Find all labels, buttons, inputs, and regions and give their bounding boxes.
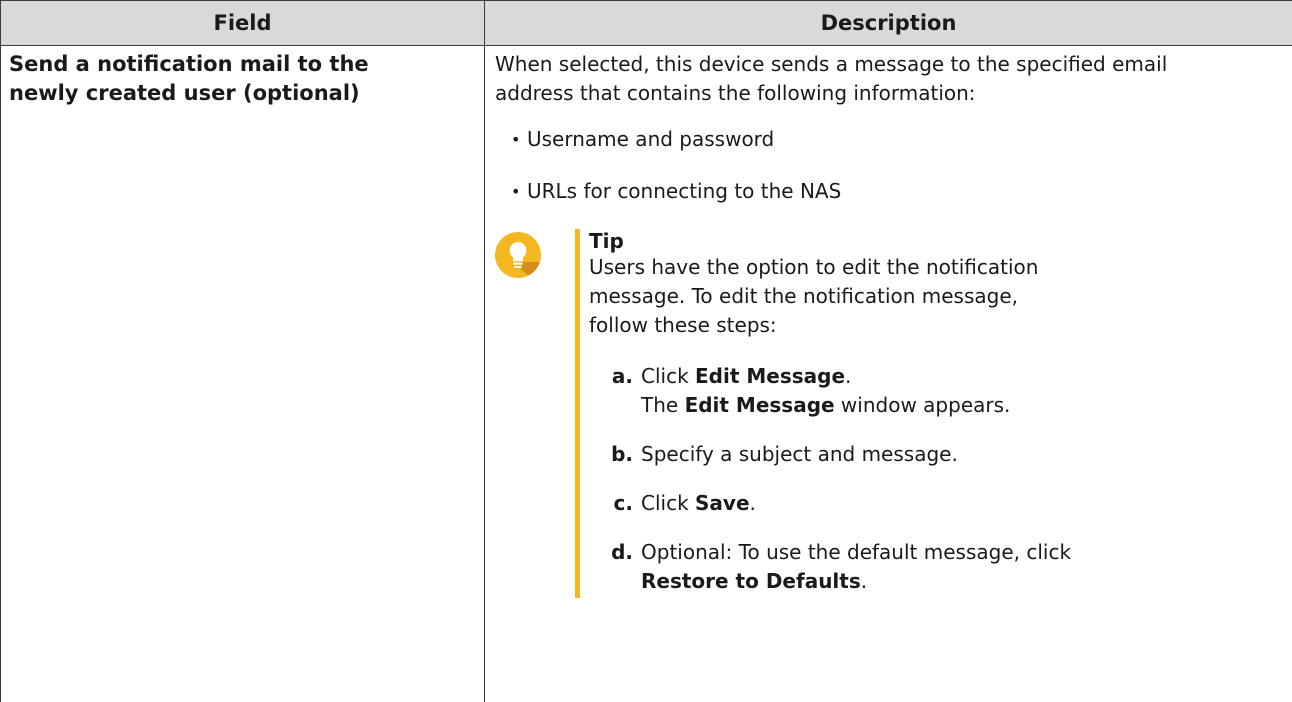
list-item: d. Optional: To use the default message,… [589,538,1284,596]
bullet-icon: • [511,182,521,201]
field-name: Send a notification mail to the newly cr… [1,46,484,108]
field-description-table: Field Description Send a notification ma… [0,0,1292,702]
header-field: Field [0,0,485,46]
ui-label-edit-message-window: Edit Message [684,393,835,417]
step-letter: a. [611,364,633,388]
bullet-icon: • [511,130,521,149]
lightbulb-icon [495,232,541,278]
step-letter: d. [611,540,633,564]
intro-line1: When selected, this device sends a messa… [495,52,1168,76]
list-item: • URLs for connecting to the NAS [511,177,1284,206]
info-bullet-list: • Username and password • URLs for connect… [495,125,1284,206]
list-item: • Username and password [511,125,1284,154]
table-header-row: Field Description [0,0,1292,46]
description-intro: When selected, this device sends a messa… [495,50,1284,108]
table-row: Send a notification mail to the newly cr… [0,45,1292,702]
ui-label-save: Save [695,491,750,515]
tip-accent-bar [575,229,580,598]
step-letter: c. [613,491,633,515]
list-item: a. Click Edit Message. The Edit Message … [589,362,1284,420]
header-description: Description [484,0,1292,46]
document-page: Field Description Send a notification ma… [0,0,1292,702]
intro-line2: address that contains the following info… [495,81,976,105]
ui-label-restore-to-defaults: Restore to Defaults [641,569,861,593]
field-cell: Send a notification mail to the newly cr… [0,45,485,702]
step-letter: b. [611,442,633,466]
ui-label-edit-message: Edit Message [695,364,846,388]
tip-text: Users have the option to edit the notifi… [589,255,1039,337]
field-name-line1: Send a notification mail to the [9,52,369,76]
list-item: c. Click Save. [589,489,1284,518]
tip-title: Tip [589,229,624,253]
tip-callout: Tip Users have the option to edit the no… [495,229,1284,598]
list-item: b. Specify a subject and message. [589,440,1284,469]
description-cell: When selected, this device sends a messa… [484,45,1292,702]
tip-steps-list: a. Click Edit Message. The Edit Message … [589,362,1284,596]
field-name-line2: newly created user (optional) [9,81,360,105]
